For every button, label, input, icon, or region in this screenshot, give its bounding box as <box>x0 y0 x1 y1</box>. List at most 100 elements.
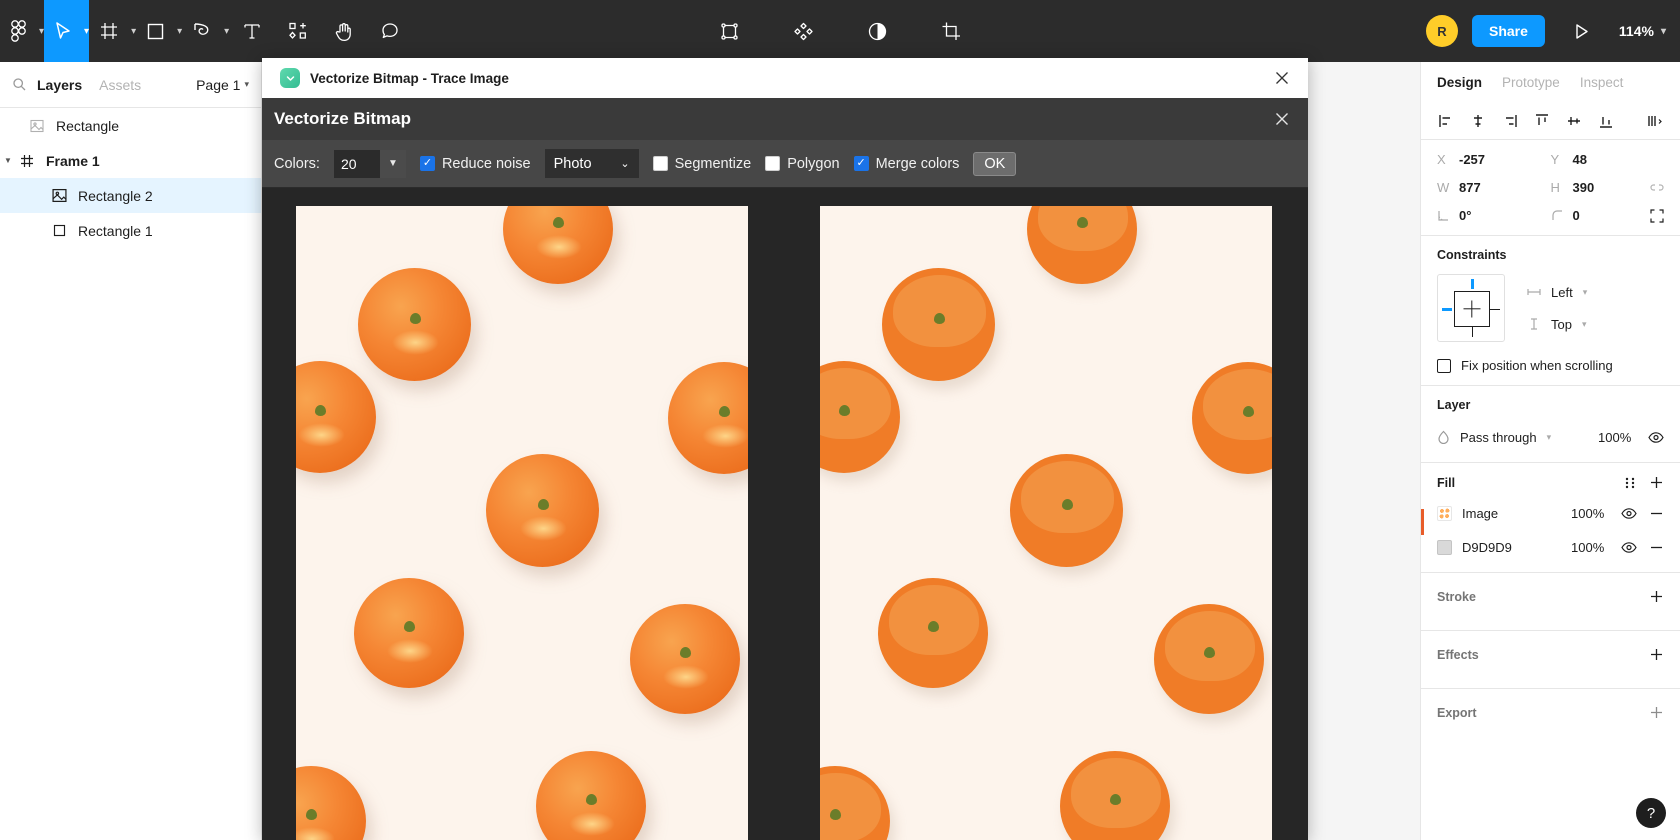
help-button[interactable]: ? <box>1636 798 1666 828</box>
chevron-down-icon[interactable]: ▾ <box>1547 432 1552 443</box>
checkbox-box[interactable] <box>853 156 869 171</box>
tab-inspect[interactable]: Inspect <box>1580 75 1624 90</box>
distribute-icon[interactable] <box>1644 110 1666 132</box>
chevron-down-icon[interactable]: ▾ <box>1661 26 1666 37</box>
plugin-panel-close-icon[interactable] <box>1270 107 1294 131</box>
eye-icon[interactable] <box>1621 507 1637 520</box>
tab-design[interactable]: Design <box>1437 75 1482 90</box>
checkbox-box[interactable] <box>419 156 435 171</box>
eye-icon[interactable] <box>1648 431 1664 444</box>
layer-row-rectangle[interactable]: Rectangle <box>0 108 261 143</box>
page-selector[interactable]: Page 1 ▾ <box>196 77 249 93</box>
layer-row-rectangle-1[interactable]: Rectangle 1 <box>0 213 261 248</box>
independent-corners-icon[interactable] <box>1650 208 1664 223</box>
frame-tool-button[interactable]: ▾ <box>89 0 136 62</box>
constraints-widget[interactable] <box>1437 274 1505 342</box>
segmentize-checkbox[interactable]: Segmentize <box>652 156 751 172</box>
plus-icon[interactable] <box>1649 705 1664 720</box>
zoom-level-selector[interactable]: 114% ▾ <box>1619 23 1666 39</box>
checkbox-box[interactable] <box>1437 358 1451 373</box>
main-menu-button[interactable]: ▾ <box>0 0 44 62</box>
play-icon[interactable] <box>1559 0 1605 62</box>
link-icon[interactable] <box>1650 181 1664 195</box>
crop-icon[interactable] <box>928 0 974 62</box>
constraint-bottom-marker[interactable] <box>1471 327 1474 337</box>
constraint-right-marker[interactable] <box>1490 308 1500 311</box>
avatar[interactable]: R <box>1426 15 1458 47</box>
cursor-icon[interactable] <box>44 0 82 62</box>
fill-opacity-value[interactable]: 100% <box>1571 506 1609 521</box>
resources-tool-button[interactable] <box>275 0 321 62</box>
align-right-icon[interactable] <box>1499 110 1521 132</box>
align-vertical-center-icon[interactable] <box>1563 110 1585 132</box>
tab-prototype[interactable]: Prototype <box>1502 75 1560 90</box>
fill-row-solid[interactable]: D9D9D9 100% <box>1437 534 1664 560</box>
search-icon[interactable] <box>12 77 27 92</box>
y-field[interactable]: Y 48 <box>1551 152 1665 167</box>
chevron-down-icon[interactable]: ▾ <box>244 79 249 90</box>
reduce-noise-checkbox[interactable]: Reduce noise <box>419 156 531 172</box>
constraint-left-marker[interactable] <box>1442 308 1452 311</box>
rotation-field[interactable]: 0° <box>1437 208 1551 223</box>
checkbox-box[interactable] <box>652 156 668 171</box>
w-field[interactable]: W 877 <box>1437 180 1551 195</box>
chevron-down-icon[interactable]: ▾ <box>1582 319 1587 330</box>
share-button[interactable]: Share <box>1472 15 1545 47</box>
x-field[interactable]: X -257 <box>1437 152 1551 167</box>
chevron-down-icon[interactable]: ⌄ <box>620 157 629 170</box>
style-grid-icon[interactable] <box>1623 476 1637 490</box>
blend-mode-value[interactable]: Pass through <box>1460 430 1537 445</box>
comment-tool-button[interactable] <box>367 0 413 62</box>
comment-icon[interactable] <box>380 21 400 41</box>
components-icon[interactable] <box>288 21 308 41</box>
mode-select[interactable]: Photo ⌄ <box>544 149 639 178</box>
align-bottom-icon[interactable] <box>1595 110 1617 132</box>
minus-icon[interactable] <box>1649 506 1664 521</box>
color-swatch[interactable] <box>1437 539 1452 555</box>
constraint-top-marker[interactable] <box>1471 279 1474 289</box>
layer-row-rectangle-2[interactable]: Rectangle 2 <box>0 178 261 213</box>
triangle-down-icon[interactable]: ▼ <box>379 149 406 178</box>
plus-icon[interactable] <box>1649 475 1664 490</box>
text-tool-button[interactable] <box>229 0 275 62</box>
colors-input[interactable] <box>333 149 380 178</box>
plus-icon[interactable] <box>1649 589 1664 604</box>
move-tool-button[interactable]: ▾ <box>44 0 90 62</box>
minus-icon[interactable] <box>1649 540 1664 555</box>
polygon-checkbox[interactable]: Polygon <box>765 156 840 172</box>
hand-icon[interactable] <box>334 21 354 42</box>
chevron-down-icon[interactable]: ▼ <box>0 156 16 165</box>
h-field[interactable]: H 390 <box>1551 180 1665 195</box>
image-swatch[interactable] <box>1437 505 1452 521</box>
vector-select-icon[interactable] <box>706 0 752 62</box>
align-horizontal-center-icon[interactable] <box>1467 110 1489 132</box>
preview-vectorized-image[interactable] <box>820 206 1272 840</box>
align-left-icon[interactable] <box>1435 110 1457 132</box>
checkbox-box[interactable] <box>765 156 781 171</box>
hand-tool-button[interactable] <box>321 0 367 62</box>
plus-icon[interactable] <box>1649 647 1664 662</box>
horizontal-constraint-select[interactable]: Left ▾ <box>1527 285 1587 300</box>
ok-button[interactable]: OK <box>973 151 1017 176</box>
text-icon[interactable] <box>243 21 261 41</box>
square-icon[interactable] <box>136 0 175 62</box>
plugin-close-icon[interactable] <box>1270 66 1294 90</box>
layer-row-frame-1[interactable]: ▼ Frame 1 <box>0 143 261 178</box>
corner-radius-field[interactable]: 0 <box>1551 208 1665 223</box>
chevron-down-icon[interactable]: ▾ <box>1583 287 1588 298</box>
mode-select-box[interactable]: Photo ⌄ <box>544 149 639 178</box>
constraint-center-box[interactable] <box>1454 291 1490 327</box>
tab-assets[interactable]: Assets <box>99 77 141 93</box>
align-top-icon[interactable] <box>1531 110 1553 132</box>
fix-position-checkbox[interactable]: Fix position when scrolling <box>1437 358 1664 373</box>
components-diamond-icon[interactable] <box>780 0 826 62</box>
pen-tool-button[interactable]: ▾ <box>182 0 229 62</box>
preview-original-image[interactable] <box>296 206 748 840</box>
frame-icon[interactable] <box>89 0 129 62</box>
layer-opacity-value[interactable]: 100% <box>1598 430 1636 445</box>
shape-tool-button[interactable]: ▾ <box>136 0 182 62</box>
fill-opacity-value[interactable]: 100% <box>1571 540 1609 555</box>
contrast-icon[interactable] <box>854 0 900 62</box>
figma-logo-icon[interactable] <box>0 0 37 62</box>
eye-icon[interactable] <box>1621 541 1637 554</box>
